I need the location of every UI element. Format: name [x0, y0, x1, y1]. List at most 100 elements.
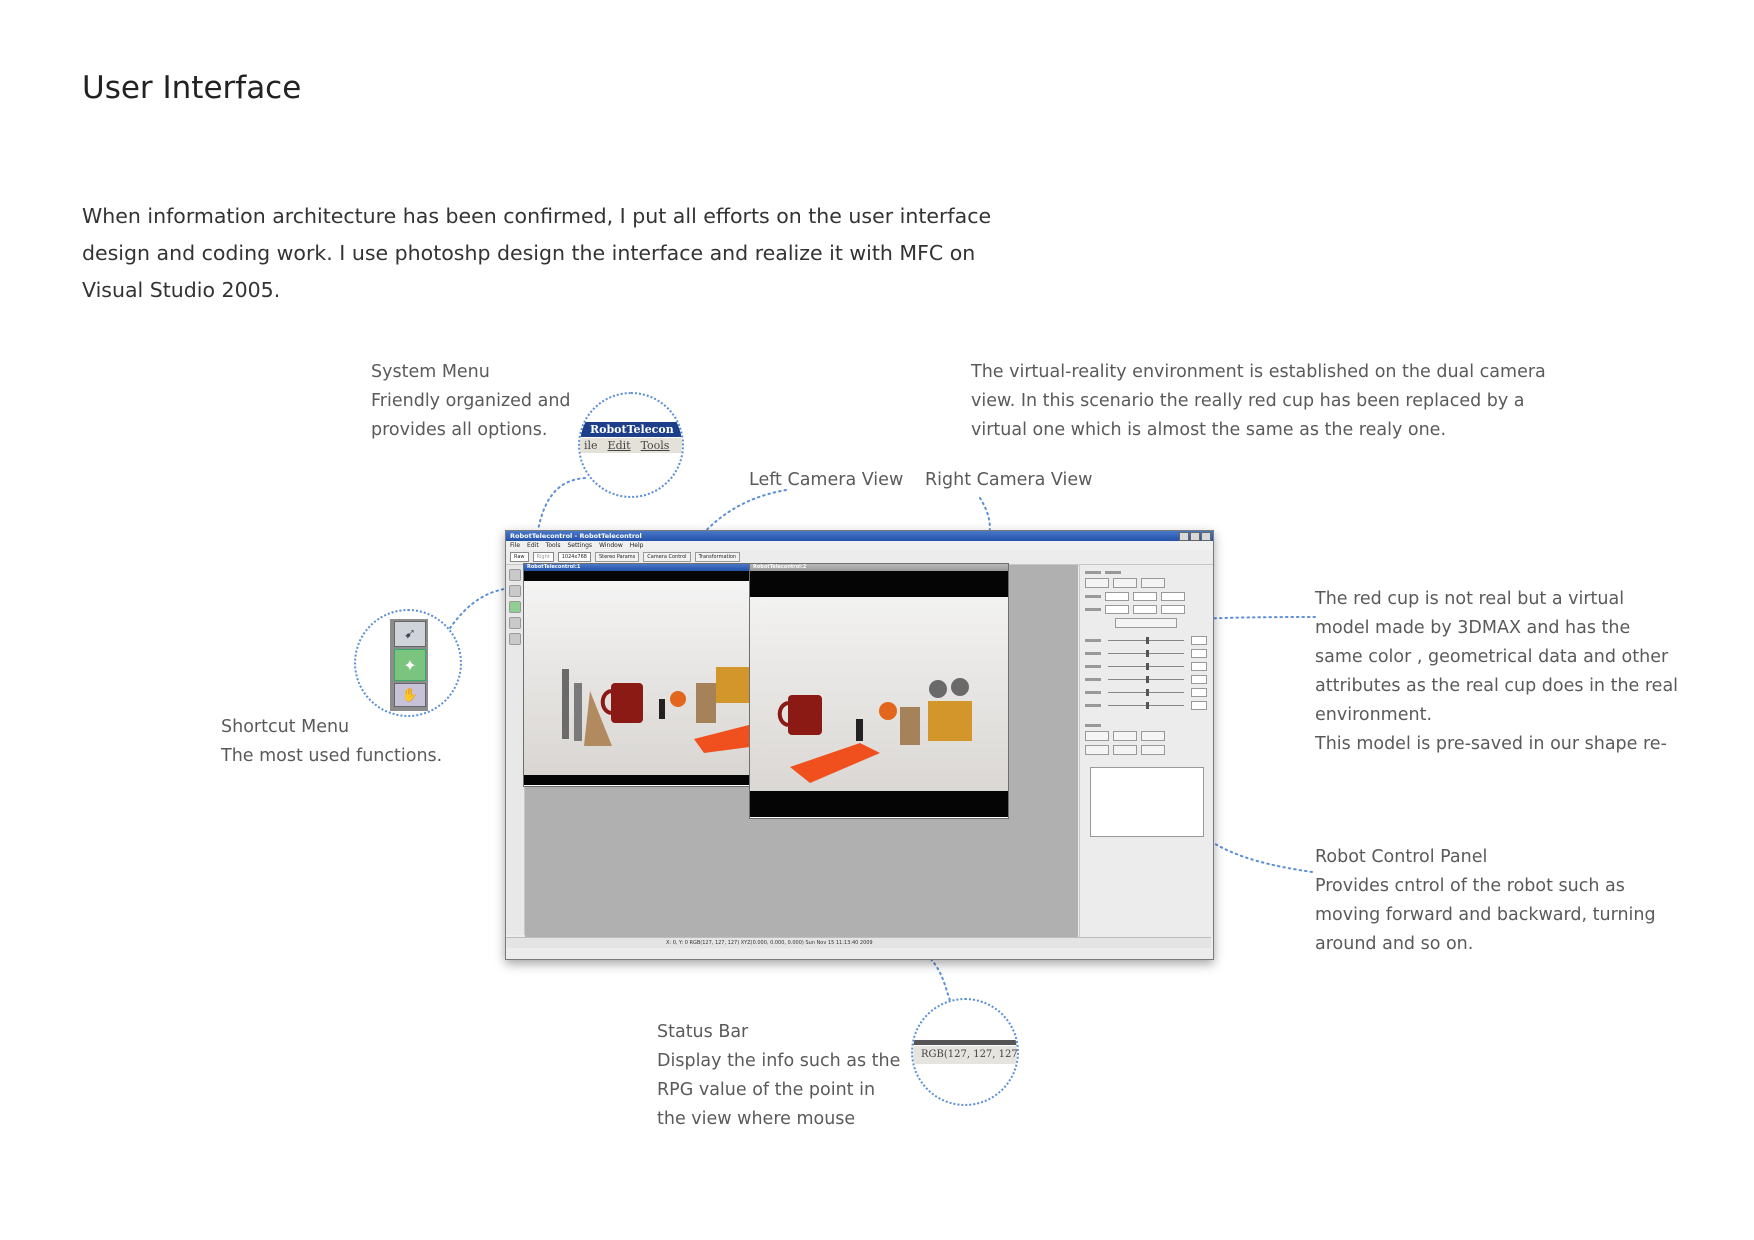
stereo-params-button[interactable]: Stereo Params: [594, 552, 640, 562]
menu-tools[interactable]: Tools: [546, 541, 561, 550]
caption-line: Display the info such as the: [657, 1051, 901, 1071]
app-title: RobotTelecontrol - RobotTelecontrol: [510, 532, 642, 540]
caption-line: RPG value of the point in: [657, 1080, 876, 1100]
menu-settings[interactable]: Settings: [567, 541, 592, 550]
panel-field[interactable]: [1191, 701, 1207, 710]
panel-field[interactable]: [1191, 649, 1207, 658]
shortcut-measure-icon[interactable]: [509, 633, 521, 645]
virtual-reality-caption: The virtual-reality environment is estab…: [971, 358, 1546, 445]
maximize-icon[interactable]: [1190, 532, 1200, 541]
panel-button[interactable]: [1085, 745, 1109, 755]
joint-slider[interactable]: [1108, 650, 1184, 657]
caption-line: model made by 3DMAX and has the: [1315, 618, 1631, 638]
joint-slider[interactable]: [1108, 637, 1184, 644]
shortcut-select-icon[interactable]: [509, 569, 521, 581]
panel-execute-button[interactable]: [1115, 618, 1177, 628]
red-cup-caption: The red cup is not real but a virtual mo…: [1315, 585, 1678, 759]
caption-line: This model is pre-saved in our shape re-: [1315, 734, 1667, 754]
image-mode-select[interactable]: Raw: [510, 552, 529, 562]
caption-line: Provides cntrol of the robot such as: [1315, 876, 1625, 896]
right-camera-window[interactable]: RobotTelecontrol:2: [749, 563, 1009, 819]
panel-log-box[interactable]: [1090, 767, 1204, 837]
camera-select[interactable]: Right: [532, 552, 554, 562]
joint-slider[interactable]: [1108, 676, 1184, 683]
caption-line: the view where mouse: [657, 1109, 856, 1129]
left-camera-view[interactable]: [524, 571, 780, 785]
panel-field[interactable]: [1191, 688, 1207, 697]
panel-button[interactable]: [1085, 578, 1109, 588]
shortcut-grab-icon[interactable]: ✋: [394, 683, 426, 707]
status-bar-zoom: RGB(127, 127, 127: [911, 998, 1019, 1106]
panel-button[interactable]: [1141, 578, 1165, 588]
left-camera-caption: Left Camera View: [749, 470, 904, 490]
caption-line: System Menu: [371, 362, 490, 382]
right-camera-view[interactable]: [750, 571, 1008, 817]
menu-edit[interactable]: Edit: [527, 541, 539, 550]
panel-field[interactable]: [1105, 605, 1129, 614]
leader-system-menu: [537, 477, 586, 531]
caption-line: provides all options.: [371, 420, 548, 440]
panel-field[interactable]: [1191, 636, 1207, 645]
zoom-menubar: ile Edit Tools: [580, 438, 682, 453]
zoom-status-text: RGB(127, 127, 127: [913, 1046, 1017, 1064]
panel-field[interactable]: [1191, 675, 1207, 684]
zoom-status-border: [913, 1040, 1017, 1045]
shortcut-robot-icon[interactable]: ✦: [394, 649, 426, 681]
caption-line: moving forward and backward, turning: [1315, 905, 1656, 925]
caption-line: attributes as the real cup does in the r…: [1315, 676, 1679, 696]
menu-file[interactable]: File: [510, 541, 520, 550]
caption-line: virtual one which is almost the same as …: [971, 420, 1447, 440]
shortcut-select-icon[interactable]: ➹: [394, 621, 426, 647]
panel-field[interactable]: [1161, 592, 1185, 601]
zoom-menu-item[interactable]: ile: [584, 438, 598, 453]
panel-field[interactable]: [1191, 662, 1207, 671]
virtual-red-cup: [788, 695, 822, 735]
zoom-menu-item[interactable]: Tools: [641, 438, 670, 453]
system-menu-caption: System Menu Friendly organized and provi…: [371, 358, 571, 445]
leader-shortcut: [449, 587, 513, 629]
panel-field[interactable]: [1133, 592, 1157, 601]
shortcut-robot-icon[interactable]: [509, 601, 521, 613]
caption-line: The red cup is not real but a virtual: [1315, 589, 1625, 609]
close-icon[interactable]: [1201, 532, 1211, 541]
panel-button[interactable]: [1113, 745, 1137, 755]
camera-control-button[interactable]: Camera Control: [643, 552, 691, 562]
left-camera-title: RobotTelecontrol:1: [524, 564, 780, 571]
panel-button[interactable]: [1085, 731, 1109, 741]
transformation-button[interactable]: Transformation: [694, 552, 741, 562]
status-bar-caption: Status Bar Display the info such as the …: [657, 1018, 900, 1134]
panel-button[interactable]: [1141, 731, 1165, 741]
right-camera-title: RobotTelecontrol:2: [750, 564, 1008, 571]
panel-field[interactable]: [1161, 605, 1185, 614]
zoom-titlebar: RobotTelecon: [580, 422, 682, 437]
window-controls: [1179, 532, 1211, 541]
caption-line: Robot Control Panel: [1315, 847, 1488, 867]
caption-line: Status Bar: [657, 1022, 749, 1042]
panel-button[interactable]: [1113, 578, 1137, 588]
app-window: RobotTelecontrol - RobotTelecontrol File…: [505, 530, 1214, 960]
left-camera-window[interactable]: RobotTelecontrol:1: [523, 563, 781, 787]
system-menu-zoom: RobotTelecon ile Edit Tools: [578, 392, 684, 498]
minimize-icon[interactable]: [1179, 532, 1189, 541]
joint-slider[interactable]: [1108, 702, 1184, 709]
mdi-workspace: RobotTelecontrol:1 RobotTelecontrol:2: [523, 563, 1078, 937]
shortcut-menu-caption: Shortcut Menu The most used functions.: [221, 713, 442, 771]
joint-slider[interactable]: [1108, 689, 1184, 696]
menu-window[interactable]: Window: [599, 541, 623, 550]
panel-button[interactable]: [1141, 745, 1165, 755]
robot-control-panel: [1079, 565, 1212, 937]
zoom-menu-item[interactable]: Edit: [608, 438, 631, 453]
caption-line: Shortcut Menu: [221, 717, 350, 737]
joint-slider[interactable]: [1108, 663, 1184, 670]
shortcut-view-icon[interactable]: [509, 585, 521, 597]
panel-field[interactable]: [1133, 605, 1157, 614]
panel-button[interactable]: [1113, 731, 1137, 741]
right-scene: [777, 678, 972, 783]
shortcut-grab-icon[interactable]: [509, 617, 521, 629]
resolution-select[interactable]: 1024x768: [557, 552, 591, 562]
panel-field[interactable]: [1105, 592, 1129, 601]
caption-line: The virtual-reality environment is estab…: [971, 362, 1546, 382]
menu-bar: File Edit Tools Settings Window Help: [506, 541, 1213, 550]
menu-help[interactable]: Help: [630, 541, 644, 550]
app-titlebar: RobotTelecontrol - RobotTelecontrol: [506, 531, 1213, 541]
